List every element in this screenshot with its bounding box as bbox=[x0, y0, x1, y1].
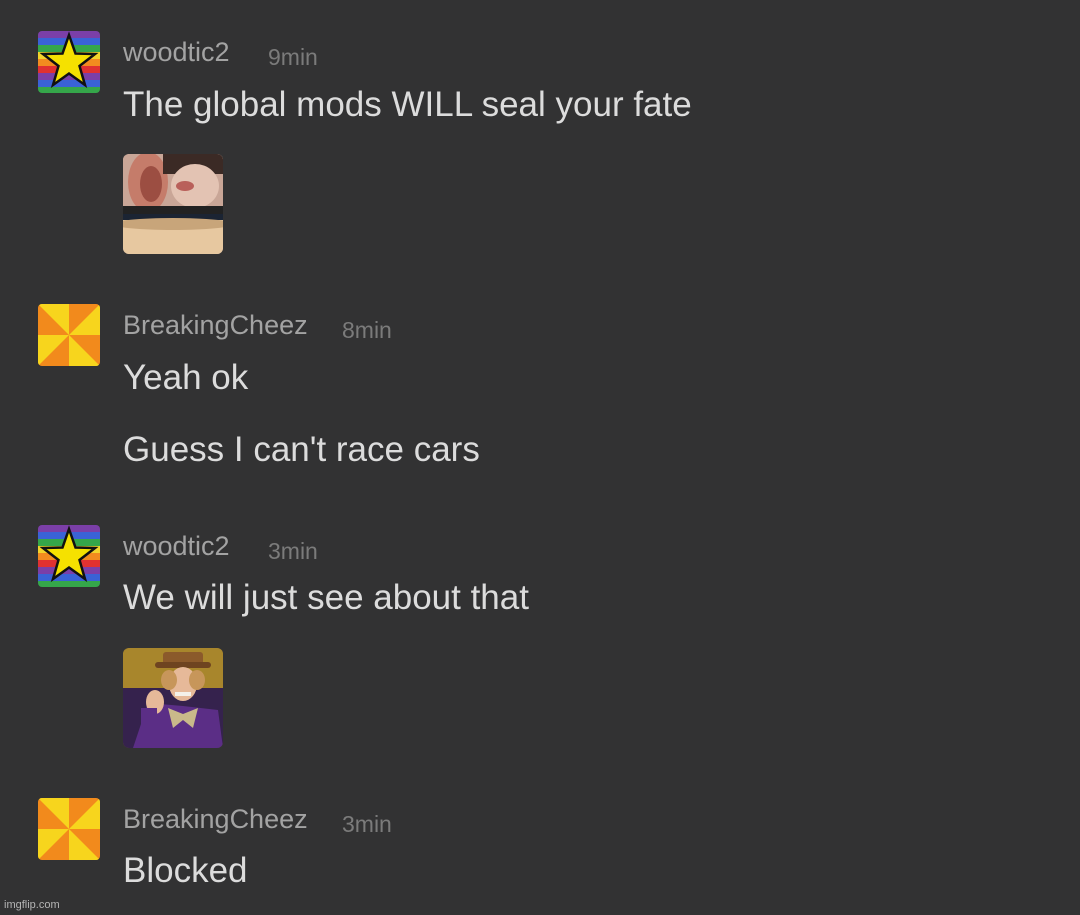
comment-text: The global mods WILL seal your fate bbox=[123, 85, 692, 124]
timestamp: 9min bbox=[268, 44, 318, 70]
watermark: imgflip.com bbox=[4, 899, 60, 911]
comment-text: We will just see about that bbox=[123, 578, 529, 617]
whisper-meme-thumbnail[interactable] bbox=[123, 154, 223, 254]
username[interactable]: woodtic2 bbox=[123, 37, 230, 68]
timestamp: 3min bbox=[268, 538, 318, 564]
username[interactable]: BreakingCheez bbox=[123, 310, 308, 341]
orange-yellow-pinwheel-avatar[interactable] bbox=[38, 798, 100, 860]
comment-text: Yeah ok bbox=[123, 358, 249, 397]
comment-text: Blocked bbox=[123, 851, 248, 890]
comment-text: Guess I can't race cars bbox=[123, 430, 480, 469]
rainbow-star-avatar[interactable] bbox=[38, 525, 100, 587]
timestamp: 3min bbox=[342, 811, 392, 837]
timestamp: 8min bbox=[342, 317, 392, 343]
username[interactable]: woodtic2 bbox=[123, 531, 230, 562]
username[interactable]: BreakingCheez bbox=[123, 804, 308, 835]
wonka-meme-thumbnail[interactable] bbox=[123, 648, 223, 748]
orange-yellow-pinwheel-avatar[interactable] bbox=[38, 304, 100, 366]
rainbow-star-avatar[interactable] bbox=[38, 31, 100, 93]
